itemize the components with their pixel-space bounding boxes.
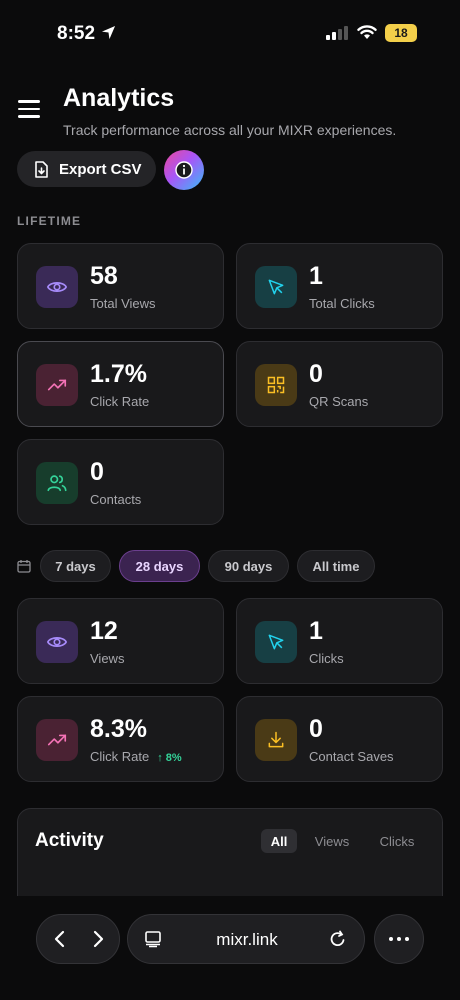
range-90-days-button[interactable]: 90 days [208,550,289,582]
qr-scans-card: 0 QR Scans [236,341,443,427]
trend-up-icon [36,719,78,761]
cellular-signal-icon [326,26,348,40]
page-title: Analytics [63,84,175,112]
wifi-icon [357,25,377,39]
contact-saves-value: 0 [309,715,323,743]
views-card: 12 Views [17,598,224,684]
contacts-value: 0 [90,458,104,486]
total-clicks-value: 1 [309,262,323,290]
export-csv-button[interactable]: Export CSV [17,151,156,187]
more-dot [389,937,393,941]
eye-icon [36,266,78,308]
clicks-value: 1 [309,617,323,645]
more-dot [405,937,409,941]
total-views-card: 58 Total Views [17,243,224,329]
qr-code-icon [255,364,297,406]
calendar-icon [17,560,31,573]
page-subtitle: Track performance across all your MIXR e… [63,122,397,138]
contact-saves-card: 0 Contact Saves [236,696,443,782]
reload-icon[interactable] [328,929,348,949]
range-28-days-button[interactable]: 28 days [119,550,200,582]
total-views-label: Total Views [90,296,156,311]
status-time: 8:52 [57,23,96,44]
download-icon [255,719,297,761]
lifetime-section-label: LIFETIME [17,214,82,228]
browser-nav-group [36,914,120,964]
click-rate-card: 1.7% Click Rate [17,341,224,427]
status-bar: 8:52 18 [0,0,460,66]
trend-up-icon [36,364,78,406]
views-label: Views [90,651,125,666]
period-click-rate-label-text: Click Rate [90,749,150,764]
browser-url-bar[interactable]: mixr.link [127,914,365,964]
contacts-card: 0 Contacts [17,439,224,525]
activity-tab-all[interactable]: All [261,829,297,853]
click-rate-delta-badge: ↑ 8% [157,752,182,764]
users-icon [36,462,78,504]
info-icon [175,161,193,179]
period-click-rate-card: 8.3% Click Rate ↑ 8% [17,696,224,782]
file-download-icon [35,160,48,178]
period-click-rate-value: 8.3% [90,715,147,743]
back-arrow-icon[interactable] [49,928,71,950]
more-dot [397,937,401,941]
cursor-icon [255,266,297,308]
click-rate-label: Click Rate [90,394,150,409]
eye-icon [36,621,78,663]
export-csv-label: Export CSV [59,160,142,178]
clicks-card: 1 Clicks [236,598,443,684]
contacts-label: Contacts [90,492,142,507]
clicks-label: Clicks [309,651,344,666]
total-views-value: 58 [90,262,118,290]
info-button[interactable] [164,150,204,190]
total-clicks-card: 1 Total Clicks [236,243,443,329]
range-all-time-button[interactable]: All time [297,550,375,582]
battery-indicator: 18 [385,24,417,42]
click-rate-value: 1.7% [90,360,147,388]
activity-tab-views[interactable]: Views [309,829,355,853]
hamburger-menu-icon[interactable] [18,100,40,120]
total-clicks-label: Total Clicks [309,296,375,311]
cursor-icon [255,621,297,663]
more-options-button[interactable] [374,914,424,964]
contact-saves-label: Contact Saves [309,749,394,764]
qr-scans-value: 0 [309,360,323,388]
period-click-rate-label: Click Rate ↑ 8% [90,749,182,764]
range-7-days-button[interactable]: 7 days [40,550,111,582]
location-arrow-icon [101,25,116,40]
qr-scans-label: QR Scans [309,394,369,409]
views-value: 12 [90,617,118,645]
activity-tab-clicks[interactable]: Clicks [373,829,421,853]
forward-arrow-icon[interactable] [87,928,109,950]
activity-title: Activity [35,830,104,851]
